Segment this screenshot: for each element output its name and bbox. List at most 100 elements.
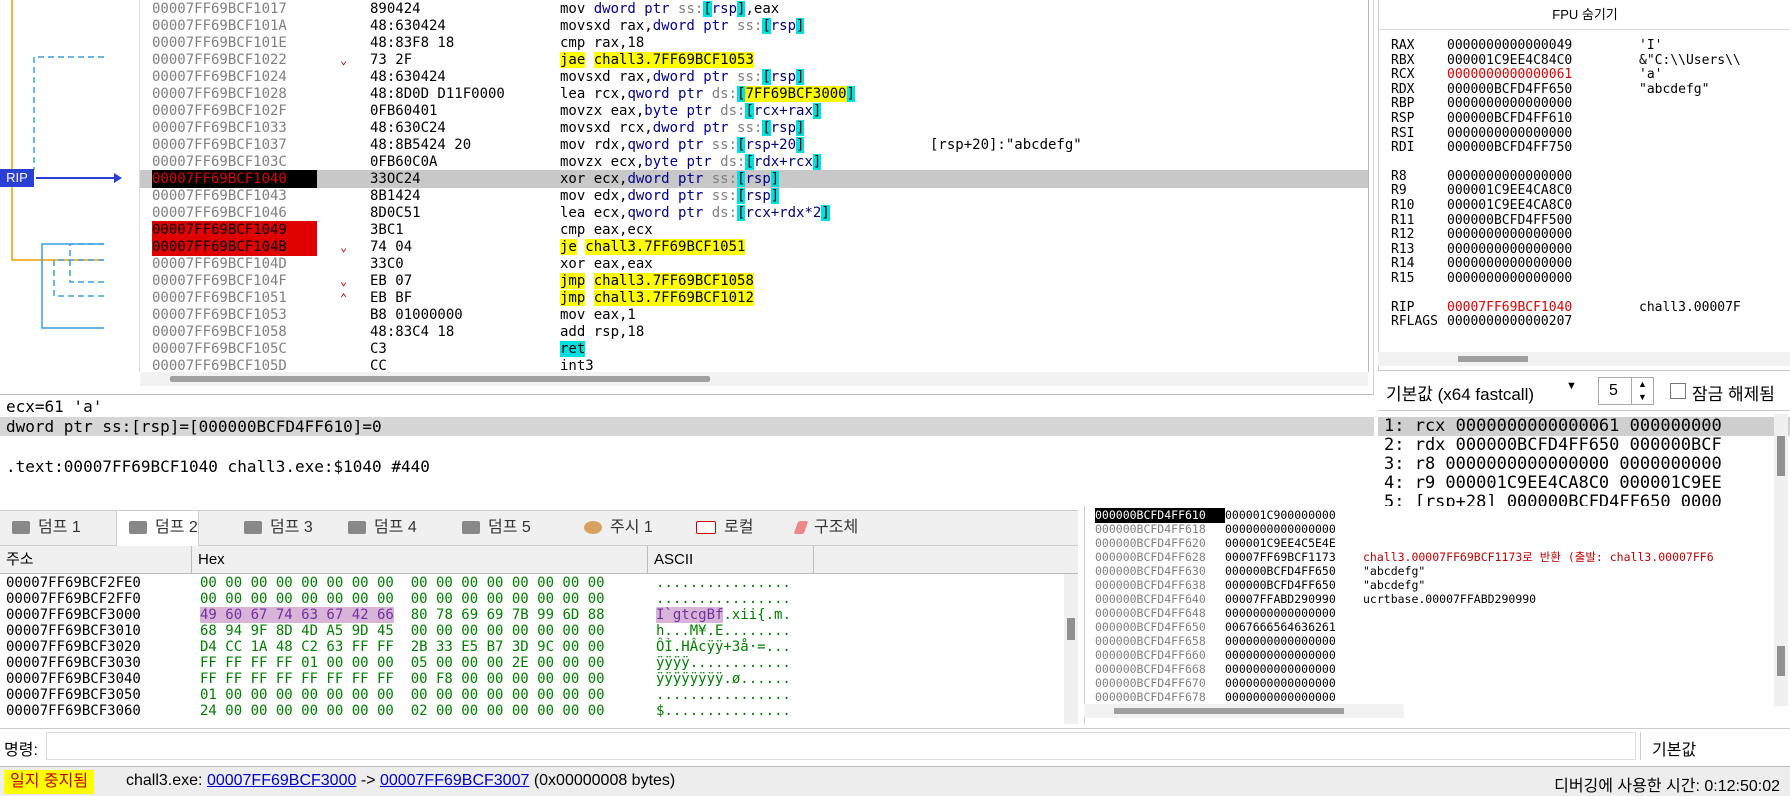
stack-row[interactable]: 000000BCFD4FF610 000001C900000000 xyxy=(1085,508,1790,523)
register-value[interactable]: 0000000000000000 xyxy=(1447,169,1572,185)
stack-row[interactable]: 000000BCFD4FF658 0000000000000000 xyxy=(1085,634,1790,649)
stack-row[interactable]: 000000BCFD4FF670 0000000000000000 xyxy=(1085,676,1790,691)
register-value[interactable]: 00007FF69BCF1040 xyxy=(1447,300,1572,316)
disassembly-rows[interactable]: 00007FF69BCF1017 890424 mov dword ptr ss:[… xyxy=(140,0,1368,372)
register-value[interactable]: 000000BCFD4FF610 xyxy=(1447,111,1572,127)
dump-hex[interactable]: 24 00 00 00 00 00 00 00 02 00 00 00 00 0… xyxy=(200,702,605,721)
argument-row[interactable]: 2: rdx 000000BCFD4FF650 000000BCF xyxy=(1378,436,1790,455)
stack-value[interactable]: 0000000000000000 xyxy=(1225,662,1365,677)
disasm-row[interactable]: 00007FF69BCF104D 33C0 xor eax,eax xyxy=(140,255,1368,273)
register-value[interactable]: 0000000000000000 xyxy=(1447,256,1572,272)
disassembly-panel[interactable]: RIP 00007FF69BCF1017 890424 mov dword ptr … xyxy=(0,0,1374,394)
tab-덤프-5[interactable]: 덤프 5 xyxy=(450,511,531,545)
col-ascii[interactable]: ASCII xyxy=(648,546,814,574)
stack-row[interactable]: 000000BCFD4FF638 000000BCFD4FF650 "abcdefg… xyxy=(1085,578,1790,593)
dump-ascii[interactable]: $............... xyxy=(656,702,791,721)
disasm-row[interactable]: 00007FF69BCF1046 8D0C51 lea ecx,qword ptr … xyxy=(140,204,1368,222)
dump-rows[interactable]: 00007FF69BCF2FE0 00 00 00 00 00 00 00 00 … xyxy=(0,574,1078,724)
register-value[interactable]: 000000BCFD4FF750 xyxy=(1447,140,1572,156)
stack-value[interactable]: 0000000000000000 xyxy=(1225,648,1365,663)
disasm-row[interactable]: 00007FF69BCF1037 48:8B5424 20 mov rdx,qwor… xyxy=(140,136,1368,154)
stack-row[interactable]: 000000BCFD4FF660 0000000000000000 xyxy=(1085,648,1790,663)
register-value[interactable]: 000001C9EE4C84C0 xyxy=(1447,53,1572,69)
command-mode-select[interactable]: 기본값 xyxy=(1652,736,1696,760)
argument-row[interactable]: 1: rcx 0000000000000061 000000000 xyxy=(1378,417,1790,436)
stack-row[interactable]: 000000BCFD4FF678 0000000000000000 xyxy=(1085,690,1790,705)
disasm-row[interactable]: 00007FF69BCF1051 ⌃ EB BF jmp chall3.7FF69BC… xyxy=(140,289,1368,307)
register-value[interactable]: 0000000000000000 xyxy=(1447,242,1572,258)
disasm-row[interactable]: 00007FF69BCF104B ⌄ 74 04 je chall3.7FF69BCF… xyxy=(140,238,1368,256)
col-address[interactable]: 주소 xyxy=(0,546,192,574)
arguments-scrollbar[interactable] xyxy=(1774,414,1788,506)
stack-row[interactable]: 000000BCFD4FF640 00007FFABD290990 ucrtbase… xyxy=(1085,592,1790,607)
disasm-row[interactable]: 00007FF69BCF101E 48:83F8 18 cmp rax,18 xyxy=(140,34,1368,52)
registers-scrollbar[interactable] xyxy=(1378,352,1790,366)
stack-value[interactable]: 00007FF69BCF1173 xyxy=(1225,550,1365,565)
register-value[interactable]: 0000000000000000 xyxy=(1447,126,1572,142)
fpu-toggle-button[interactable]: FPU 숨기기 xyxy=(1379,0,1790,30)
stack-value[interactable]: 0000000000000000 xyxy=(1225,676,1365,691)
stepper-arrows-icon[interactable]: ▲ ▼ xyxy=(1631,378,1653,404)
tab-주시-1[interactable]: 주시 1 xyxy=(572,511,653,545)
registers-panel[interactable]: FPU 숨기기 RAX 0000000000000049 'I' RBX 000001C… xyxy=(1378,0,1790,370)
argument-row[interactable]: 5: [rsp+28] 000000BCFD4FF650 0000 xyxy=(1378,493,1790,507)
tab-덤프-3[interactable]: 덤프 3 xyxy=(232,511,313,545)
disasm-row[interactable]: 00007FF69BCF1058 48:83C4 18 add rsp,18 xyxy=(140,323,1368,341)
stack-value[interactable]: 0000000000000000 xyxy=(1225,634,1365,649)
tab-덤프-4[interactable]: 덤프 4 xyxy=(336,511,417,545)
stack-value[interactable]: 0000000000000000 xyxy=(1225,522,1365,537)
disasm-row[interactable]: 00007FF69BCF1017 890424 mov dword ptr ss:[… xyxy=(140,0,1368,18)
stack-value[interactable]: 000000BCFD4FF650 xyxy=(1225,578,1365,593)
disasm-row[interactable]: 00007FF69BCF105C C3 ret xyxy=(140,340,1368,358)
stack-value[interactable]: 00007FFABD290990 xyxy=(1225,592,1365,607)
register-value[interactable]: 0000000000000000 xyxy=(1447,227,1572,243)
dump-row[interactable]: 00007FF69BCF3060 24 00 00 00 00 00 00 00 … xyxy=(0,702,1078,721)
disasm-row[interactable]: 00007FF69BCF1049 3BC1 cmp eax,ecx xyxy=(140,221,1368,239)
register-value[interactable]: 000001C9EE4CA8C0 xyxy=(1447,198,1572,214)
calling-convention-select[interactable]: 기본값 (x64 fastcall) xyxy=(1386,380,1534,405)
dump-scrollbar[interactable] xyxy=(1064,574,1078,724)
unlock-checkbox[interactable] xyxy=(1670,383,1686,399)
argument-row[interactable]: 3: r8 0000000000000000 0000000000 xyxy=(1378,455,1790,474)
stack-value[interactable]: 0067666564636261 xyxy=(1225,620,1365,635)
register-value[interactable]: 000000BCFD4FF500 xyxy=(1447,213,1572,229)
disasm-row[interactable]: 00007FF69BCF1043 8B1424 mov edx,dword ptr … xyxy=(140,187,1368,205)
stack-row[interactable]: 000000BCFD4FF620 000001C9EE4C5E4E xyxy=(1085,536,1790,551)
disasm-row[interactable]: 00007FF69BCF1022 ⌄ 73 2F jae chall3.7FF69BC… xyxy=(140,51,1368,69)
stack-row[interactable]: 000000BCFD4FF650 0067666564636261 xyxy=(1085,620,1790,635)
stack-scrollbar-v[interactable] xyxy=(1774,506,1788,706)
stack-scrollbar-h[interactable] xyxy=(1084,704,1404,718)
register-value[interactable]: 0000000000000000 xyxy=(1447,271,1572,287)
stack-value[interactable]: 000001C900000000 xyxy=(1225,508,1365,523)
stack-value[interactable]: 0000000000000000 xyxy=(1225,606,1365,621)
register-value[interactable]: 0000000000000000 xyxy=(1447,96,1572,112)
disasm-row[interactable]: 00007FF69BCF1053 B8 01000000 mov eax,1 xyxy=(140,306,1368,324)
disasm-row[interactable]: 00007FF69BCF101A 48:630424 movsxd rax,dwor… xyxy=(140,17,1368,35)
from-address-link[interactable]: 00007FF69BCF3000 xyxy=(207,772,356,789)
disasm-row[interactable]: 00007FF69BCF1033 48:630C24 movsxd rcx,dwor… xyxy=(140,119,1368,137)
disassembly-scrollbar[interactable] xyxy=(140,372,1368,386)
tab-덤프-1[interactable]: 덤프 1 xyxy=(0,511,81,545)
tab-로컬[interactable]: 로컬 xyxy=(684,511,753,545)
argument-row[interactable]: 4: r9 000001C9EE4CA8C0 000001C9EE xyxy=(1378,474,1790,493)
arg-count-stepper[interactable]: 5 ▲ ▼ xyxy=(1598,377,1654,405)
register-value[interactable]: 000000BCFD4FF650 xyxy=(1447,82,1572,98)
arguments-panel[interactable]: 1: rcx 0000000000000061 000000000 2: rdx … xyxy=(1378,410,1790,506)
stack-row[interactable]: 000000BCFD4FF668 0000000000000000 xyxy=(1085,662,1790,677)
stack-row[interactable]: 000000BCFD4FF630 000000BCFD4FF650 "abcdefg… xyxy=(1085,564,1790,579)
disasm-row[interactable]: 00007FF69BCF1028 48:8D0D D11F0000 lea rcx,… xyxy=(140,85,1368,103)
chevron-down-icon[interactable]: ▼ xyxy=(1566,380,1577,392)
disasm-row[interactable]: 00007FF69BCF1040 33OC24 xor ecx,dword ptr … xyxy=(140,170,1368,188)
stack-value[interactable]: 0000000000000000 xyxy=(1225,690,1365,705)
col-hex[interactable]: Hex xyxy=(192,546,648,574)
stack-value[interactable]: 000001C9EE4C5E4E xyxy=(1225,536,1365,551)
register-value[interactable]: 0000000000000207 xyxy=(1447,314,1572,330)
disasm-row[interactable]: 00007FF69BCF105D CC int3 xyxy=(140,357,1368,372)
tab-구조체[interactable]: 구조체 xyxy=(784,511,858,545)
stack-row[interactable]: 000000BCFD4FF618 0000000000000000 xyxy=(1085,522,1790,537)
register-value[interactable]: 0000000000000061 xyxy=(1447,67,1572,83)
disasm-row[interactable]: 00007FF69BCF104F ⌄ EB 07 jmp chall3.7FF69BC… xyxy=(140,272,1368,290)
stack-panel[interactable]: 000000BCFD4FF610 000001C900000000 000000BC… xyxy=(1084,506,1790,724)
disasm-row[interactable]: 00007FF69BCF103C 0FB60C0A movzx ecx,byte p… xyxy=(140,153,1368,171)
tab-덤프-2[interactable]: 덤프 2 xyxy=(116,511,199,547)
